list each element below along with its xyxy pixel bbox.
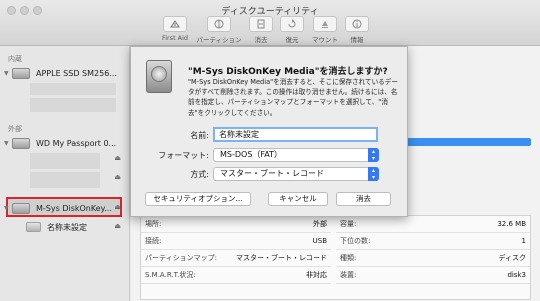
eject-icon[interactable]: ⏏ xyxy=(114,154,121,162)
first-aid-icon xyxy=(170,20,180,28)
info-button[interactable]: 情報 xyxy=(329,16,385,44)
eject-icon[interactable]: ⏏ xyxy=(114,203,121,211)
hard-disk-icon xyxy=(146,60,172,93)
msys-disk-label: M-Sys DiskOnKey... xyxy=(36,203,112,213)
eject-icon[interactable]: ⏏ xyxy=(114,222,121,230)
disclosure-triangle-icon[interactable]: ▼ xyxy=(4,205,12,212)
erase-dialog: "M-Sys DiskOnKey Media"を消去しますか? "M-Sys D… xyxy=(130,46,408,217)
eject-icon[interactable]: ⏏ xyxy=(114,173,121,181)
format-label: フォーマット: xyxy=(158,151,209,160)
erase-button[interactable]: 消去 xyxy=(336,192,391,206)
info-cell-location: 場所: 外部 xyxy=(141,216,331,233)
usb-disk-icon xyxy=(12,202,30,214)
popup-stepper-icon: ▴ ▾ xyxy=(368,167,379,181)
partition-icon xyxy=(214,19,224,29)
info-table: 場所: 外部 容量: 32.6 MB 接続: USB 下位の数: 1 パーティションマッ… xyxy=(140,215,531,300)
external-section-header: 外部 xyxy=(8,125,22,133)
dialog-title: "M-Sys DiskOnKey Media"を消去しますか? xyxy=(188,67,388,77)
cancel-button[interactable]: キャンセル xyxy=(268,192,328,206)
sidebar-item-internal-disk[interactable]: ▼ APPLE SSD SM256... xyxy=(4,66,117,80)
info-icon xyxy=(352,19,362,29)
format-value: MS-DOS（FAT） xyxy=(220,150,283,159)
info-label: 情報 xyxy=(350,36,364,44)
popup-stepper-icon: ▴ ▾ xyxy=(368,148,379,162)
dialog-description: "M-Sys DiskOnKey Media"を消去すると、そこに保存されている… xyxy=(188,78,398,117)
internal-volume-redacted[interactable] xyxy=(30,83,116,95)
info-cell-type: 種類: ディスク xyxy=(336,250,530,267)
info-cell-child-count: 下位の数: 1 xyxy=(336,233,530,250)
disk-utility-window: ディスクユーティリティ First Aid パーティション 消去 復元 マウント… xyxy=(0,0,540,301)
info-cell-partition-map: パーティションマップ: マスター・ブート・レコード xyxy=(141,250,331,267)
scheme-label: 方式: xyxy=(190,170,209,179)
external-disk-icon xyxy=(12,137,30,149)
name-input[interactable]: 名称未設定 xyxy=(213,127,378,142)
sidebar-item-volume[interactable]: 名称未設定 xyxy=(26,220,87,234)
title-bar: ディスクユーティリティ First Aid パーティション 消去 復元 マウント… xyxy=(0,0,540,46)
name-label: 名前: xyxy=(190,131,209,140)
info-cell-device: 装置: disk3 xyxy=(336,267,530,284)
external-volume-redacted[interactable] xyxy=(30,172,100,188)
scheme-popup[interactable]: マスター・ブート・レコード ▴ ▾ xyxy=(213,167,379,181)
disclosure-triangle-icon[interactable]: ▼ xyxy=(4,70,12,77)
info-cell-capacity: 容量: 32.6 MB xyxy=(336,216,530,233)
volume-icon xyxy=(26,222,41,232)
sidebar-item-msys-disk[interactable]: ▼ M-Sys DiskOnKey... xyxy=(4,201,112,215)
external-disk-label: WD My Passport 0... xyxy=(36,138,117,148)
internal-disk-label: APPLE SSD SM256... xyxy=(36,68,117,78)
internal-disk-icon xyxy=(12,67,30,79)
format-popup[interactable]: MS-DOS（FAT） ▴ ▾ xyxy=(213,148,379,162)
external-volume-redacted[interactable] xyxy=(30,153,100,169)
sidebar-item-external-disk[interactable]: ▼ WD My Passport 0... xyxy=(4,136,116,150)
sidebar: 内蔵 ▼ APPLE SSD SM256... 外部 ▼ WD My Passp… xyxy=(0,46,130,301)
volume-label: 名称未設定 xyxy=(47,222,87,232)
scheme-value: マスター・ブート・レコード xyxy=(220,169,324,178)
internal-volume-redacted[interactable] xyxy=(30,98,116,112)
security-options-button[interactable]: セキュリティオプション... xyxy=(145,192,251,206)
info-cell-smart-status: S.M.A.R.T.状況: 非対応 xyxy=(141,267,331,284)
internal-section-header: 内蔵 xyxy=(8,55,22,63)
disclosure-triangle-icon[interactable]: ▼ xyxy=(4,140,12,147)
info-cell-connection: 接続: USB xyxy=(141,233,331,250)
